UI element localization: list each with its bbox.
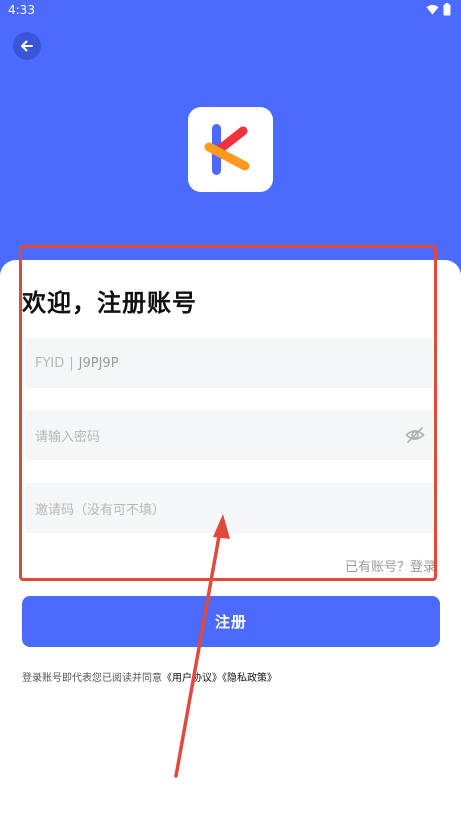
battery-icon bbox=[443, 3, 451, 16]
password-placeholder: 请输入密码 bbox=[35, 429, 101, 445]
eye-off-icon[interactable] bbox=[405, 426, 425, 444]
status-icons bbox=[426, 3, 451, 16]
user-agreement-link[interactable]: 《用户协议》 bbox=[162, 673, 222, 684]
app-logo bbox=[188, 107, 273, 192]
fyid-label: FYID bbox=[35, 355, 65, 371]
back-button[interactable] bbox=[13, 32, 41, 60]
login-link[interactable]: 已有账号？登录 bbox=[345, 556, 436, 575]
password-input[interactable]: 请输入密码 bbox=[25, 410, 433, 460]
arrow-left-icon bbox=[21, 40, 33, 52]
register-button[interactable]: 注册 bbox=[22, 596, 440, 647]
invite-placeholder: 邀请码（没有可不填） bbox=[35, 502, 166, 518]
status-time: 4:33 bbox=[8, 3, 35, 17]
fyid-field: FYID | J9PJ9P bbox=[25, 338, 433, 388]
fyid-separator: | bbox=[69, 355, 74, 371]
wifi-icon bbox=[426, 4, 439, 15]
agreement-text: 登录账号即代表您已阅读并同意《用户协议》《隐私政策》 bbox=[22, 669, 277, 684]
privacy-policy-link[interactable]: 《隐私政策》 bbox=[222, 673, 277, 684]
page-title: 欢迎，注册账号 bbox=[22, 289, 197, 317]
app-logo-k-icon bbox=[204, 124, 250, 175]
status-bar: 4:33 bbox=[0, 0, 461, 22]
agreement-prefix: 登录账号即代表您已阅读并同意 bbox=[22, 673, 162, 684]
fyid-value: J9PJ9P bbox=[78, 355, 119, 371]
invite-code-input[interactable]: 邀请码（没有可不填） bbox=[25, 483, 433, 533]
